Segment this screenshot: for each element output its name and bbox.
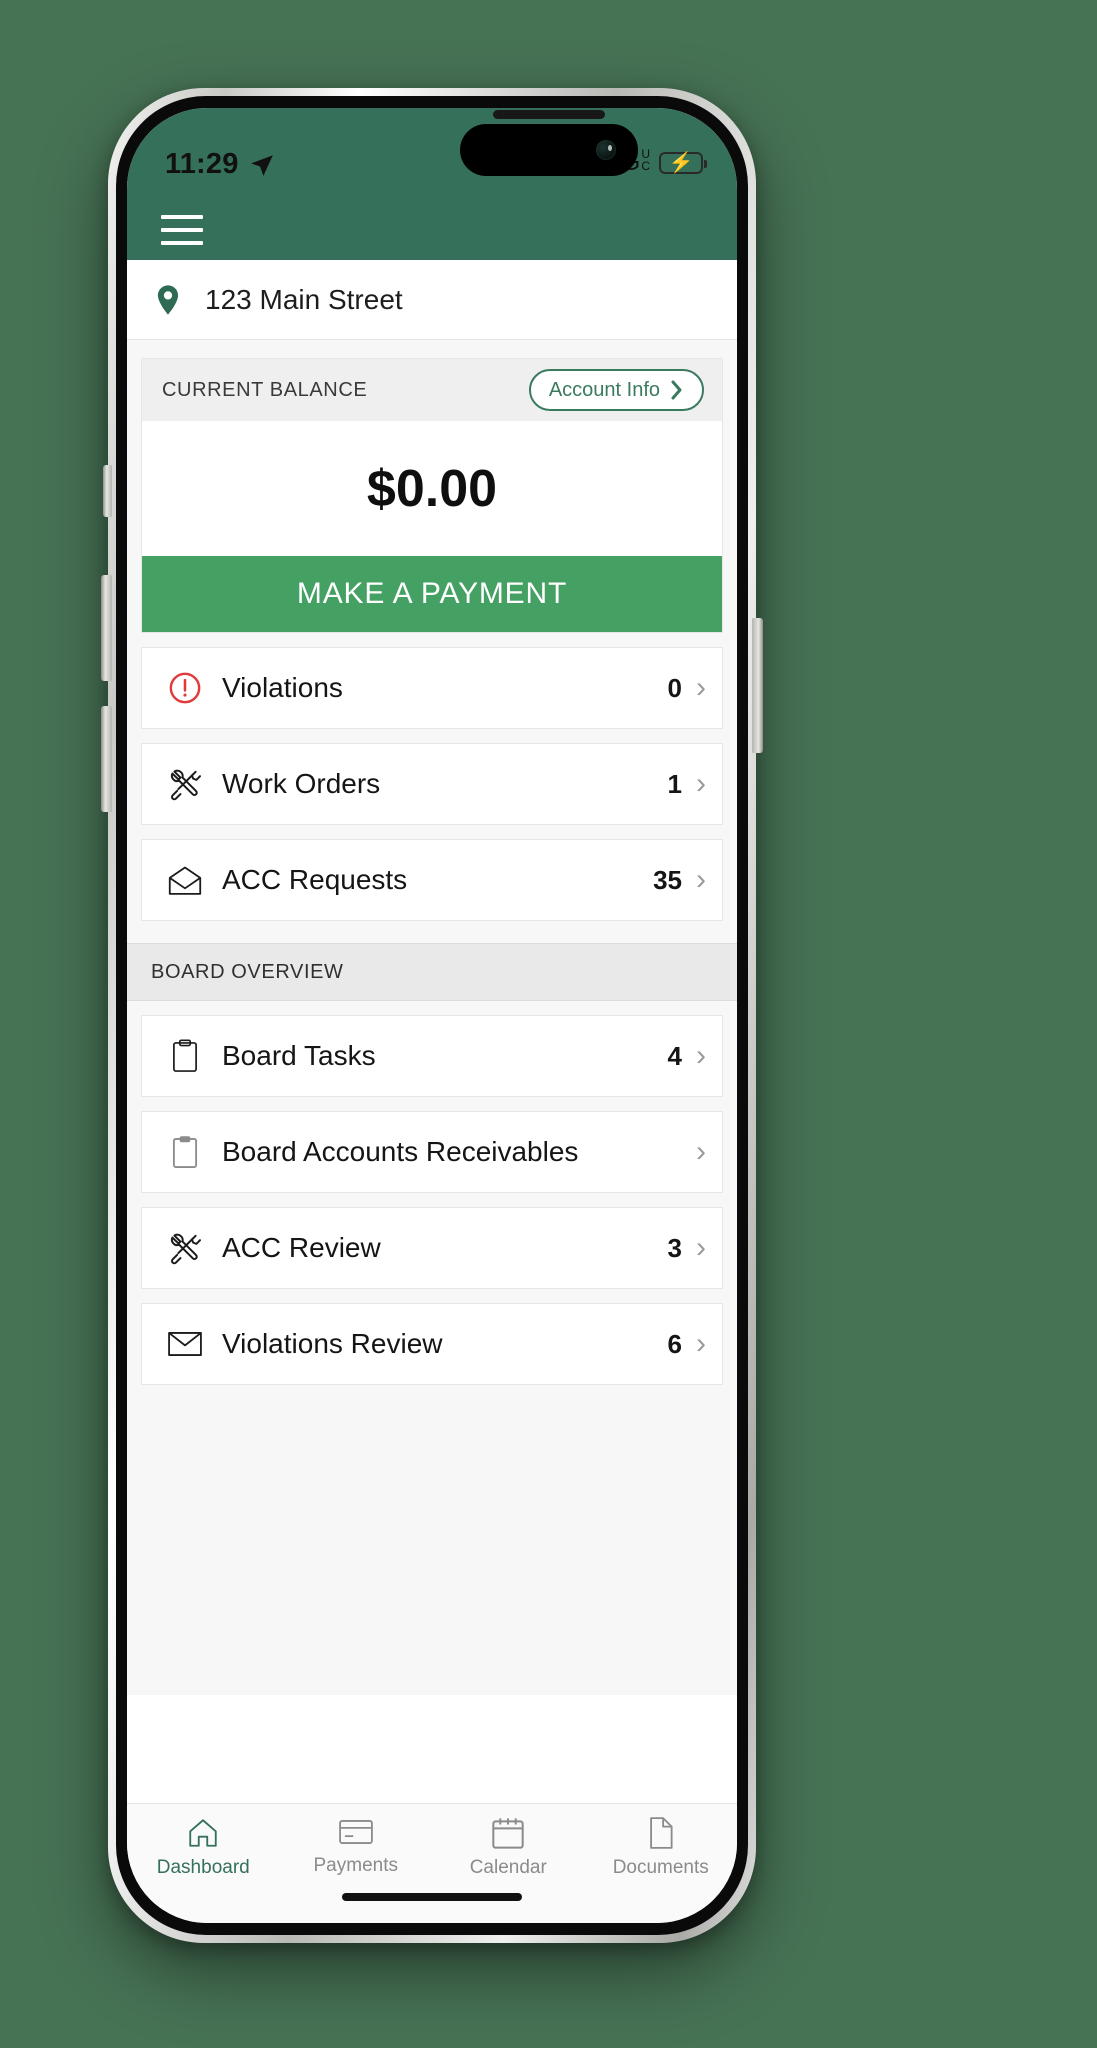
card-icon [338, 1816, 374, 1848]
home-indicator[interactable] [342, 1893, 522, 1901]
tab-label: Dashboard [156, 1857, 250, 1878]
tools-icon [164, 1231, 206, 1265]
status-time: 11:29 [165, 148, 239, 180]
row-board-tasks[interactable]: Board Tasks 4 › [141, 1015, 723, 1097]
chevron-right-icon: › [696, 1135, 706, 1168]
volume-up-button[interactable] [101, 575, 112, 681]
chevron-right-icon: › [696, 1039, 706, 1072]
row-work-orders[interactable]: Work Orders 1 › [141, 743, 723, 825]
clipboard-icon [164, 1039, 206, 1073]
chevron-right-icon: › [696, 1231, 706, 1264]
tab-label: Payments [313, 1855, 398, 1876]
tab-dashboard[interactable]: Dashboard [127, 1816, 280, 1879]
document-icon [646, 1816, 676, 1850]
chevron-right-icon: › [696, 1327, 706, 1360]
tab-label: Calendar [469, 1857, 547, 1878]
row-label: Board Accounts Receivables [222, 1136, 579, 1167]
app-header [127, 200, 737, 260]
alert-circle-icon [164, 671, 206, 705]
bottom-tab-bar: Dashboard Payments Calendar Documents [127, 1803, 737, 1923]
earpiece-speaker [492, 110, 605, 119]
tab-label: Documents [612, 1857, 709, 1878]
row-count: 0 [667, 672, 682, 703]
chevron-right-icon [671, 380, 682, 400]
row-label: Violations [222, 672, 343, 703]
row-acc-requests[interactable]: ACC Requests 35 › [141, 839, 723, 921]
clipboard-filled-icon [164, 1135, 206, 1169]
row-count: 35 [653, 864, 682, 895]
battery-charging-icon: ⚡ [659, 151, 707, 174]
envelope-closed-icon [164, 1329, 206, 1359]
row-board-accounts-receivables[interactable]: Board Accounts Receivables › [141, 1111, 723, 1193]
board-overview-header: BOARD OVERVIEW [127, 943, 737, 1001]
status-bar-left: 11:29 [165, 148, 275, 181]
phone-screen: 11:29 5G UC ⚡ [127, 108, 737, 1923]
chevron-right-icon: › [696, 671, 706, 704]
row-count: 6 [667, 1328, 682, 1359]
address-bar[interactable]: 123 Main Street [127, 260, 737, 340]
chevron-right-icon: › [696, 863, 706, 896]
screenshot-root: 11:29 5G UC ⚡ [0, 0, 1097, 2048]
balance-label: CURRENT BALANCE [162, 378, 368, 401]
calendar-icon [491, 1816, 525, 1850]
location-arrow-icon [249, 152, 275, 178]
front-camera-icon [595, 140, 616, 160]
row-label: ACC Review [222, 1232, 381, 1263]
tab-documents[interactable]: Documents [585, 1816, 738, 1879]
row-label: Board Tasks [222, 1040, 376, 1071]
address-text: 123 Main Street [205, 283, 403, 315]
tab-payments[interactable]: Payments [280, 1816, 433, 1877]
row-count: 4 [667, 1040, 682, 1071]
row-count: 1 [667, 768, 682, 799]
make-a-payment-button[interactable]: MAKE A PAYMENT [142, 556, 722, 632]
account-info-label: Account Info [548, 378, 660, 401]
envelope-open-icon [164, 864, 206, 896]
home-icon [185, 1816, 221, 1850]
row-count: 3 [667, 1232, 682, 1263]
row-label: Violations Review [222, 1328, 443, 1359]
status-bar: 11:29 5G UC ⚡ [127, 108, 737, 200]
volume-down-button[interactable] [101, 706, 112, 812]
row-label: ACC Requests [222, 864, 408, 895]
row-violations-review[interactable]: Violations Review 6 › [141, 1303, 723, 1385]
balance-amount: $0.00 [142, 421, 722, 556]
tab-calendar[interactable]: Calendar [432, 1816, 585, 1879]
chevron-right-icon: › [696, 767, 706, 800]
row-violations[interactable]: Violations 0 › [141, 647, 723, 729]
silent-switch[interactable] [103, 465, 112, 517]
account-info-button[interactable]: Account Info [528, 369, 704, 411]
main-content: CURRENT BALANCE Account Info $0.00 MAKE … [127, 340, 737, 1695]
row-acc-review[interactable]: ACC Review 3 › [141, 1207, 723, 1289]
power-button[interactable] [752, 618, 763, 753]
dynamic-island [459, 124, 638, 176]
balance-card: CURRENT BALANCE Account Info $0.00 MAKE … [141, 358, 723, 633]
row-label: Work Orders [222, 768, 381, 799]
tools-icon [164, 767, 206, 801]
location-pin-icon [153, 284, 183, 315]
hamburger-menu-icon[interactable] [161, 215, 203, 245]
balance-card-header: CURRENT BALANCE Account Info [142, 359, 722, 421]
